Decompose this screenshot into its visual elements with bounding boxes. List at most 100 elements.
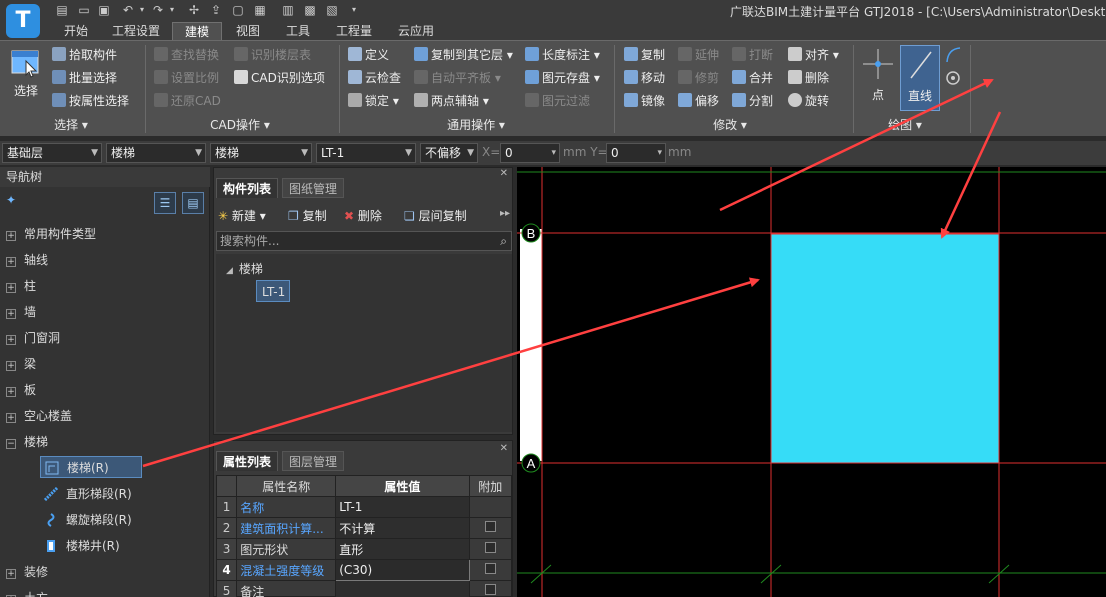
ruler-icon[interactable]: ▧	[324, 2, 340, 18]
break-button[interactable]: 打断	[732, 45, 773, 65]
delete-button[interactable]: 删除	[788, 68, 829, 88]
offset-mode-select[interactable]: 不偏移 ▼	[420, 143, 478, 163]
customize-dropdown-icon[interactable]: ▾	[346, 2, 362, 18]
element-filter-button[interactable]: 图元过滤	[525, 91, 590, 111]
nav-item-column[interactable]: + 柱	[6, 275, 36, 297]
tab-cloud[interactable]: 云应用	[392, 22, 440, 40]
drawing-canvas[interactable]: B A	[517, 167, 1106, 597]
select-button[interactable]: 选择	[6, 47, 46, 99]
copy-to-other-floor-button[interactable]: 复制到其它层 ▾	[414, 45, 513, 65]
undo-dropdown-icon[interactable]: ▾	[134, 2, 150, 18]
new-component-button[interactable]: ✳ 新建 ▾	[218, 206, 266, 226]
tab-component-list[interactable]: 构件列表	[216, 178, 279, 198]
nav-item-wall[interactable]: + 墙	[6, 301, 36, 323]
save-element-button[interactable]: 图元存盘 ▾	[525, 68, 600, 88]
circle-button[interactable]	[944, 69, 962, 90]
search-input[interactable]: 搜索构件... ⌕	[216, 231, 512, 251]
nav-item-hollow-floor[interactable]: + 空心楼盖	[6, 405, 72, 427]
lock-button[interactable]: 锁定 ▾	[348, 91, 399, 111]
extra-checkbox[interactable]	[484, 521, 496, 532]
redo-dropdown-icon[interactable]: ▾	[164, 2, 180, 18]
floor-select[interactable]: 基础层 ▼	[2, 143, 102, 163]
tab-start[interactable]: 开始	[58, 22, 94, 40]
group-select-label[interactable]: 选择 ▾	[36, 117, 106, 133]
group-general-label[interactable]: 通用操作 ▾	[426, 117, 526, 133]
tab-drawing-management[interactable]: 图纸管理	[282, 178, 345, 198]
category-select[interactable]: 楼梯 ▼	[106, 143, 206, 163]
grid-icon[interactable]: ▩	[302, 2, 318, 18]
select-by-property-button[interactable]: 按属性选择	[52, 91, 129, 111]
group-cad-label[interactable]: CAD操作 ▾	[190, 117, 290, 133]
nav-item-door-window[interactable]: + 门窗洞	[6, 327, 60, 349]
group-modify-label[interactable]: 修改 ▾	[690, 117, 770, 133]
nav-item-straight-flight[interactable]: 直形梯段(R)	[44, 483, 132, 505]
value-cell[interactable]: LT-1	[335, 496, 470, 518]
value-cell[interactable]: (C30)	[335, 559, 470, 581]
nav-item-stair-r[interactable]: 楼梯(R)	[40, 456, 142, 478]
x-input[interactable]: 0 ▾	[500, 143, 560, 163]
split-button[interactable]: 分割	[732, 91, 773, 111]
app-logo[interactable]: T	[6, 4, 40, 38]
open-folder-icon[interactable]: ▭	[76, 2, 92, 18]
value-cell[interactable]: 不计算	[335, 517, 470, 539]
cloud-check-button[interactable]: 云检查	[348, 68, 401, 88]
restore-cad-button[interactable]: 还原CAD	[154, 91, 221, 111]
nav-item-stair-well[interactable]: 楼梯井(R)	[44, 535, 120, 557]
tree-view-icon[interactable]: ▤	[182, 192, 204, 214]
arc-button[interactable]	[944, 45, 962, 68]
nav-item-spiral-flight[interactable]: 螺旋梯段(R)	[44, 509, 132, 531]
length-dimension-button[interactable]: 长度标注 ▾	[525, 45, 600, 65]
nav-item-decoration[interactable]: + 装修	[6, 561, 48, 583]
component-tree-lt1[interactable]: LT-1	[256, 280, 290, 302]
merge-button[interactable]: 合并	[732, 68, 773, 88]
offset-button[interactable]: 偏移	[678, 91, 719, 111]
tab-quantities[interactable]: 工程量	[332, 22, 376, 40]
extra-checkbox[interactable]	[484, 563, 496, 574]
auto-flush-slab-button[interactable]: 自动平齐板 ▾	[414, 68, 501, 88]
extra-checkbox[interactable]	[484, 584, 496, 595]
mirror-button[interactable]: 镜像	[624, 91, 665, 111]
delete-component-button[interactable]: ✖ 删除	[344, 206, 382, 226]
set-scale-button[interactable]: 设置比例	[154, 68, 219, 88]
nav-item-common[interactable]: + 常用构件类型	[6, 223, 96, 245]
tab-tools[interactable]: 工具	[280, 22, 316, 40]
tab-layer-management[interactable]: 图层管理	[282, 451, 345, 471]
tab-modeling[interactable]: 建模	[172, 22, 222, 40]
extend-button[interactable]: 延伸	[678, 45, 719, 65]
find-replace-button[interactable]: 查找替换	[154, 45, 219, 65]
stair-element[interactable]	[770, 233, 1000, 464]
nav-item-slab[interactable]: + 板	[6, 379, 36, 401]
nav-item-axis[interactable]: + 轴线	[6, 249, 48, 271]
align-button[interactable]: 对齐 ▾	[788, 45, 839, 65]
identify-floor-table-button[interactable]: 识别楼层表	[234, 45, 311, 65]
layers-icon[interactable]: ▥	[280, 2, 296, 18]
rotate-button[interactable]: 旋转	[788, 91, 829, 111]
two-point-axis-button[interactable]: 两点辅轴 ▾	[414, 91, 489, 111]
copy-between-floors-button[interactable]: ❏ 层间复制	[404, 206, 467, 226]
pick-component-button[interactable]: 拾取构件	[52, 45, 117, 65]
monitor-icon[interactable]: ▢	[230, 2, 246, 18]
group-draw-label[interactable]: 绘图 ▾	[870, 117, 940, 133]
table-icon[interactable]: ▦	[252, 2, 268, 18]
crosshair-icon[interactable]: ✢	[186, 2, 202, 18]
more-icon[interactable]: ▸▸	[500, 208, 510, 219]
save-icon[interactable]: ▣	[96, 2, 112, 18]
list-view-icon[interactable]: ☰	[154, 192, 176, 214]
component-tree-root[interactable]: ◢ 楼梯	[226, 258, 263, 280]
tab-project-settings[interactable]: 工程设置	[108, 22, 164, 40]
define-button[interactable]: 定义	[348, 45, 389, 65]
new-file-icon[interactable]: ▤	[54, 2, 70, 18]
copy-button[interactable]: 复制	[624, 45, 665, 65]
tab-property-list[interactable]: 属性列表	[216, 451, 279, 471]
extra-checkbox[interactable]	[484, 542, 496, 553]
sparkle-icon[interactable]: ✦	[6, 193, 16, 207]
batch-select-button[interactable]: 批量选择	[52, 68, 117, 88]
line-button[interactable]: 直线	[900, 45, 940, 111]
value-cell[interactable]	[335, 580, 470, 597]
white-element[interactable]	[520, 229, 542, 461]
copy-component-button[interactable]: ❐ 复制	[288, 206, 327, 226]
nav-item-earthwork[interactable]: +土方	[6, 587, 48, 597]
component-select[interactable]: LT-1 ▼	[316, 143, 416, 163]
point-button[interactable]: 点	[860, 45, 896, 103]
value-cell[interactable]: 直形	[335, 538, 470, 560]
